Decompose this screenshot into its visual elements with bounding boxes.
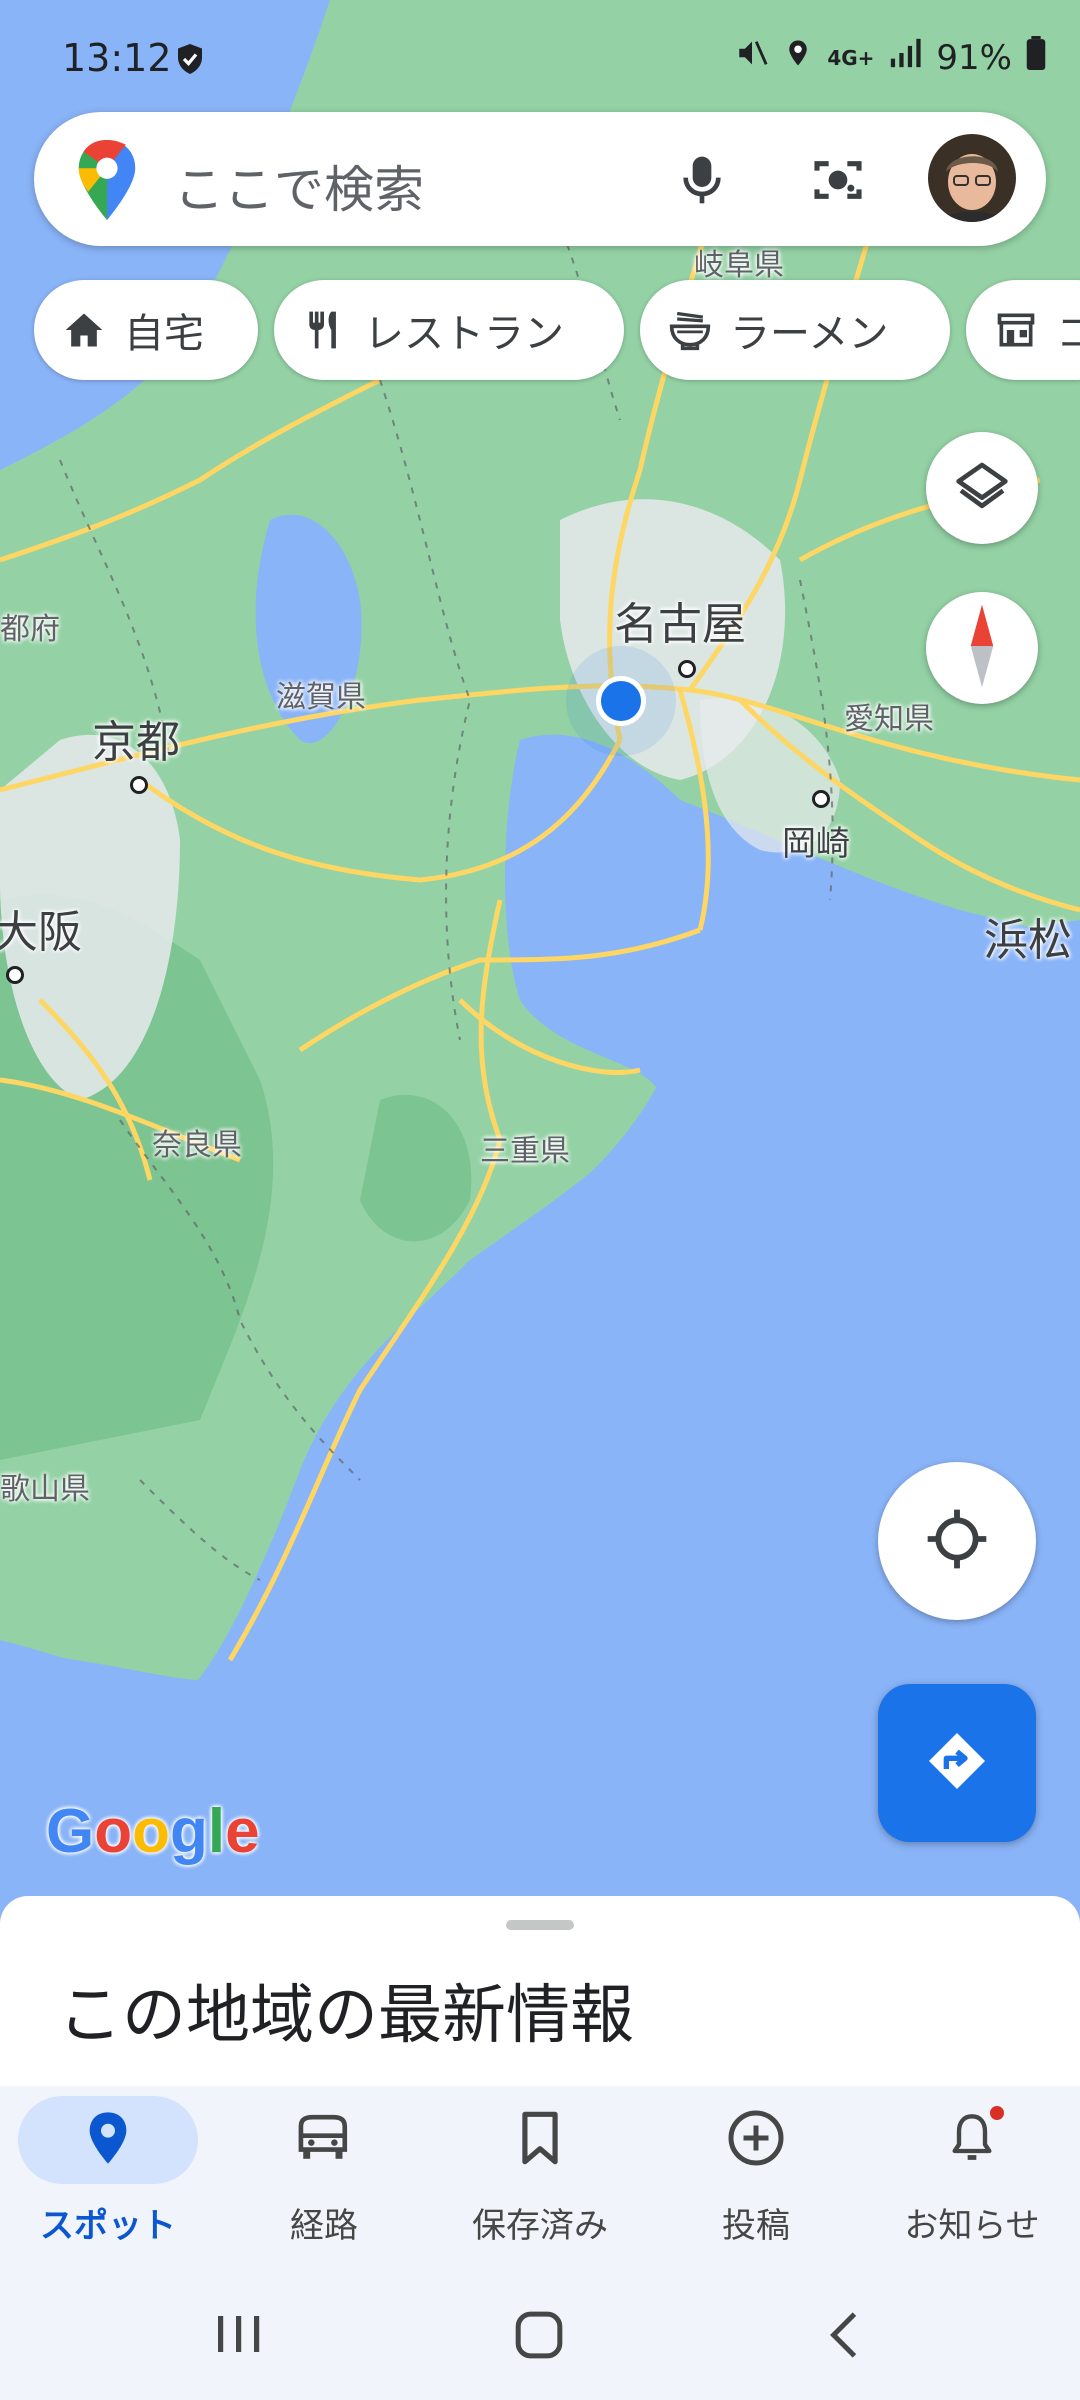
chip-convenience-store[interactable]: コ (966, 280, 1080, 380)
my-location-button[interactable] (878, 1462, 1036, 1620)
recent-apps-icon[interactable] (214, 2312, 264, 2360)
battery-level: 91% (936, 37, 1012, 78)
google-maps-logo-icon (78, 140, 136, 224)
lens-camera-icon[interactable] (808, 152, 868, 212)
directions-icon (925, 1729, 989, 1797)
map-label-hamamatsu[interactable]: 浜松 (984, 904, 1072, 968)
compass-icon (962, 601, 1002, 695)
map-label-osaka[interactable]: 大阪 (0, 896, 82, 960)
search-input[interactable]: ここで検索 (174, 150, 424, 222)
status-icons: 4G+ 91% (735, 36, 1046, 79)
chip-label: レストラン (364, 311, 564, 357)
map-label-kyotofu[interactable]: 都府 (0, 604, 60, 648)
city-dot-osaka (6, 966, 24, 984)
notification-dot (990, 2106, 1004, 2120)
search-bar[interactable]: ここで検索 (34, 112, 1046, 246)
shield-check-icon (172, 40, 208, 82)
bottom-sheet[interactable]: この地域の最新情報 (0, 1896, 1080, 2086)
signal-icon (888, 36, 922, 79)
mute-icon (735, 36, 769, 79)
sheet-drag-handle[interactable] (506, 1920, 574, 1930)
location-status-icon (783, 36, 813, 79)
location-pin-icon (78, 2108, 138, 2168)
back-icon[interactable] (826, 2310, 862, 2364)
city-dot-okazaki (812, 790, 830, 808)
home-icon (62, 308, 106, 352)
battery-icon (1026, 36, 1046, 79)
nav-item-post[interactable]: 投稿 (648, 2086, 864, 2266)
ramen-bowl-icon (668, 307, 712, 353)
map-label-wakayama[interactable]: 歌山県 (0, 1464, 90, 1508)
nav-item-notifications[interactable]: お知らせ (864, 2086, 1080, 2266)
car-icon (294, 2108, 354, 2168)
nav-item-saved[interactable]: 保存済み (432, 2086, 648, 2266)
network-type: 4G+ (827, 45, 875, 70)
nav-label: 投稿 (722, 2206, 790, 2246)
convenience-store-icon (994, 308, 1038, 352)
chip-restaurant[interactable]: レストラン (274, 280, 624, 380)
chip-label: 自宅 (124, 311, 204, 357)
chip-label: ラーメン (730, 311, 889, 357)
layers-button[interactable] (926, 432, 1038, 544)
nav-item-route[interactable]: 経路 (216, 2086, 432, 2266)
city-dot-kyoto (130, 776, 148, 794)
system-navigation-bar (0, 2266, 1080, 2400)
google-logo: Google (46, 1797, 260, 1866)
map-label-kyoto[interactable]: 京都 (92, 706, 180, 770)
map-label-okazaki[interactable]: 岡崎 (782, 816, 850, 865)
map-label-aichi[interactable]: 愛知県 (844, 694, 934, 738)
chip-home[interactable]: 自宅 (34, 280, 258, 380)
nav-label: お知らせ (904, 2206, 1040, 2246)
directions-button[interactable] (878, 1684, 1036, 1842)
map-label-mie[interactable]: 三重県 (480, 1126, 570, 1170)
map-label-gifu[interactable]: 岐阜県 (694, 240, 784, 284)
current-location-marker[interactable] (596, 676, 646, 726)
nav-label: スポット (40, 2206, 176, 2246)
nav-label: 経路 (290, 2206, 358, 2246)
crosshair-icon (925, 1507, 989, 1575)
layers-icon (954, 458, 1010, 518)
avatar[interactable] (928, 134, 1016, 222)
nav-item-spot[interactable]: スポット (0, 2086, 216, 2266)
chip-label: コ (1056, 311, 1080, 357)
bottom-navigation: スポット 経路 保存済み 投稿 お知らせ (0, 2086, 1080, 2266)
home-nav-icon[interactable] (514, 2310, 564, 2364)
microphone-icon[interactable] (674, 150, 730, 214)
status-bar: 13:12 4G+ 91% (0, 0, 1080, 110)
city-dot-nagoya (678, 660, 696, 678)
compass-button[interactable] (926, 592, 1038, 704)
add-circle-icon (726, 2108, 786, 2168)
chip-ramen[interactable]: ラーメン (640, 280, 950, 380)
fork-knife-icon (302, 306, 346, 354)
map-label-nagoya[interactable]: 名古屋 (614, 588, 746, 652)
bookmark-icon (510, 2108, 570, 2168)
nav-label: 保存済み (472, 2206, 608, 2246)
map-label-shiga[interactable]: 滋賀県 (276, 672, 366, 716)
sheet-title: この地域の最新情報 (58, 1979, 634, 2053)
map-label-nara[interactable]: 奈良県 (152, 1120, 242, 1164)
status-time: 13:12 (62, 36, 172, 80)
